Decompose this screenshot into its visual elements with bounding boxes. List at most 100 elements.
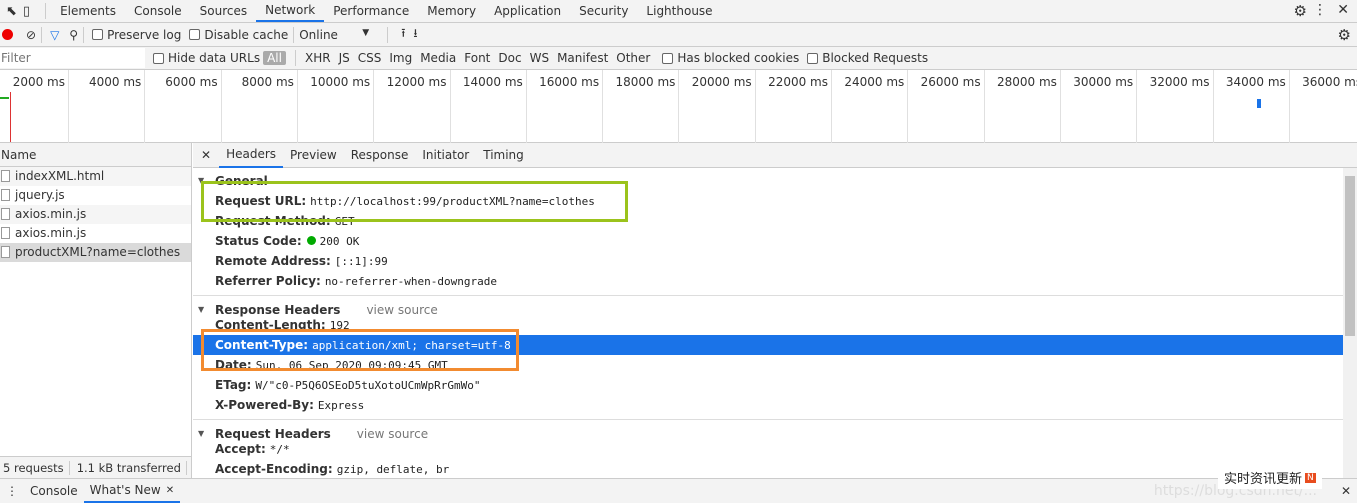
drawer-menu-icon[interactable]: ⋮ xyxy=(0,484,24,498)
name-column-header[interactable]: Name xyxy=(0,143,191,167)
tab-network[interactable]: Network xyxy=(256,0,325,22)
header-value: */* xyxy=(269,443,290,456)
record-icon[interactable] xyxy=(2,29,13,40)
filter-type-all[interactable]: All xyxy=(263,51,286,65)
preserve-log-checkbox[interactable] xyxy=(92,29,104,40)
header-row: X-Powered-By: Express xyxy=(193,395,1343,415)
tab-elements[interactable]: Elements xyxy=(51,0,125,22)
detail-tab-initiator[interactable]: Initiator xyxy=(415,143,476,168)
request-name: indexXML.html xyxy=(15,169,105,183)
drawer-tab-whats-new[interactable]: What's New ✕ xyxy=(83,479,181,503)
timeline-tick: 4000 ms xyxy=(68,70,146,143)
inspect-icon[interactable]: ⬉ xyxy=(6,4,17,19)
file-icon xyxy=(1,208,10,220)
has-blocked-cookies-checkbox[interactable] xyxy=(662,52,674,64)
section-response[interactable]: Response Headers view source xyxy=(193,295,1343,320)
filter-type-doc[interactable]: Doc xyxy=(494,51,525,65)
filter-type-font[interactable]: Font xyxy=(460,51,494,65)
header-row: Status Code: 200 OK xyxy=(193,231,1343,251)
detail-tab-headers[interactable]: Headers xyxy=(219,143,284,168)
header-name: ETag: xyxy=(215,378,252,392)
filter-type-css[interactable]: CSS xyxy=(354,51,386,65)
request-row[interactable]: axios.min.js xyxy=(0,205,191,224)
filter-type-xhr[interactable]: XHR xyxy=(301,51,335,65)
section-title: Response Headers xyxy=(215,303,341,317)
request-row[interactable]: jquery.js xyxy=(0,186,191,205)
request-name: axios.min.js xyxy=(15,226,87,240)
file-icon xyxy=(1,170,10,182)
header-name: Accept: xyxy=(215,442,266,456)
tab-lighthouse[interactable]: Lighthouse xyxy=(637,0,721,22)
timeline-tick: 20000 ms xyxy=(679,70,756,143)
timeline-tick: 28000 ms xyxy=(984,70,1061,143)
device-toggle-icon[interactable]: ▯ xyxy=(23,4,30,19)
timeline-tick: 30000 ms xyxy=(1060,70,1138,143)
search-icon[interactable]: ⚲ xyxy=(69,28,78,42)
export-har-icon[interactable]: ⭳ xyxy=(413,24,417,45)
header-value: gzip, deflate, br xyxy=(336,463,450,476)
header-row: Referrer Policy: no-referrer-when-downgra… xyxy=(193,271,1343,291)
file-icon xyxy=(1,246,10,258)
request-details: ✕ Headers Preview Response Initiator Timing … xyxy=(193,143,1357,478)
tab-performance[interactable]: Performance xyxy=(324,0,418,22)
filter-icon[interactable]: ▽ xyxy=(50,28,59,42)
header-name: X-Powered-By: xyxy=(215,398,314,412)
timeline-tick: 10000 ms xyxy=(297,70,375,143)
close-tab-icon: ✕ xyxy=(165,484,175,496)
tab-application[interactable]: Application xyxy=(485,0,570,22)
close-details-icon[interactable]: ✕ xyxy=(193,148,219,162)
timeline-tick: 18000 ms xyxy=(602,70,680,143)
request-row[interactable]: productXML?name=clothes xyxy=(0,243,191,262)
tab-sources[interactable]: Sources xyxy=(191,0,256,22)
import-har-icon[interactable]: ⭱ xyxy=(401,24,405,45)
request-name: jquery.js xyxy=(15,188,65,202)
scrollbar[interactable] xyxy=(1343,168,1357,478)
tab-memory[interactable]: Memory xyxy=(418,0,485,22)
drawer-tab-console[interactable]: Console xyxy=(24,484,84,498)
filter-input[interactable] xyxy=(0,48,145,68)
tab-security[interactable]: Security xyxy=(570,0,637,22)
tab-console[interactable]: Console xyxy=(125,0,191,22)
header-value: no-referrer-when-downgrade xyxy=(324,275,497,288)
devtools-tab-bar: ⬉ ▯ Elements Console Sources Network Perform… xyxy=(0,0,1357,23)
filter-type-ws[interactable]: WS xyxy=(526,51,553,65)
throttle-select[interactable]: Online ▼ xyxy=(299,28,369,42)
orange-highlight-box xyxy=(201,329,519,371)
network-settings-icon[interactable]: ⚙ xyxy=(1338,26,1351,44)
filter-type-media[interactable]: Media xyxy=(416,51,460,65)
green-highlight-box xyxy=(201,181,628,222)
more-icon[interactable]: ⋮ xyxy=(1313,2,1327,18)
hide-data-urls-checkbox[interactable] xyxy=(153,52,164,64)
header-row: Remote Address: [::1]:99 xyxy=(193,251,1343,271)
request-row[interactable]: indexXML.html xyxy=(0,167,191,186)
filter-type-manifest[interactable]: Manifest xyxy=(553,51,612,65)
detail-tab-preview[interactable]: Preview xyxy=(283,143,344,168)
header-name: Accept-Encoding: xyxy=(215,462,333,476)
filter-type-img[interactable]: Img xyxy=(385,51,416,65)
close-drawer-icon[interactable]: ✕ xyxy=(1341,484,1351,498)
clear-icon[interactable]: ⊘ xyxy=(26,28,36,42)
timeline-tick: 34000 ms xyxy=(1213,70,1290,143)
ad-popup[interactable]: 实时资讯更新 N xyxy=(1218,466,1322,489)
timeline-tick: 6000 ms xyxy=(145,70,222,143)
section-request[interactable]: Request Headers view source xyxy=(193,419,1343,444)
timeline-tick: 32000 ms xyxy=(1137,70,1214,143)
detail-tab-response[interactable]: Response xyxy=(344,143,416,168)
timeline-overview[interactable]: 2000 ms 4000 ms 6000 ms 8000 ms 10000 ms 1200… xyxy=(0,70,1357,143)
close-devtools-icon[interactable]: ✕ xyxy=(1337,2,1349,18)
view-source-link[interactable]: view source xyxy=(366,303,437,317)
timeline-tick: 12000 ms xyxy=(374,70,451,143)
blocked-requests-checkbox[interactable] xyxy=(807,52,819,64)
detail-tab-timing[interactable]: Timing xyxy=(476,143,531,168)
header-value: [::1]:99 xyxy=(334,255,388,268)
settings-icon[interactable]: ⚙ xyxy=(1294,2,1307,20)
filter-type-js[interactable]: JS xyxy=(335,51,354,65)
timeline-tick: 8000 ms xyxy=(221,70,298,143)
status-bar: 5 requests 1.1 kB transferred xyxy=(0,456,192,478)
request-name: productXML?name=clothes xyxy=(15,245,181,259)
filter-type-other[interactable]: Other xyxy=(612,51,654,65)
view-source-link[interactable]: view source xyxy=(357,427,428,441)
request-row[interactable]: axios.min.js xyxy=(0,224,191,243)
drawer: ⋮ Console What's New ✕ https://blog.csdn.… xyxy=(0,478,1357,503)
disable-cache-checkbox[interactable] xyxy=(189,29,201,40)
